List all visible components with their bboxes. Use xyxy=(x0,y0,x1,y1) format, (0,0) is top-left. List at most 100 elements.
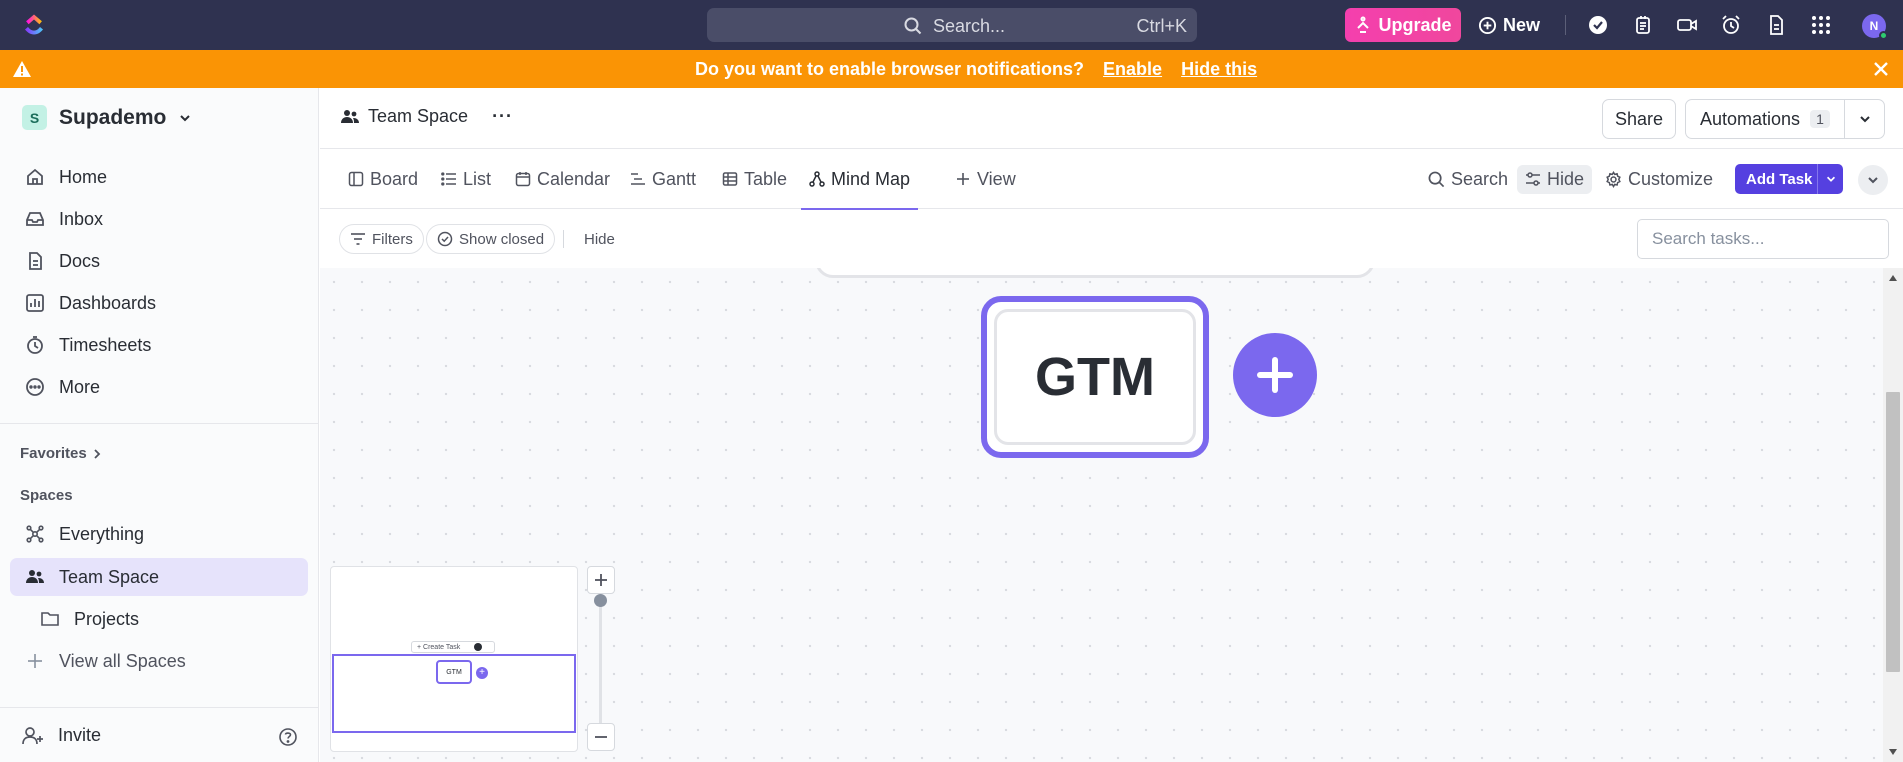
filters-button[interactable]: Filters xyxy=(339,224,424,254)
tab-table[interactable]: Table xyxy=(722,149,787,209)
tab-list[interactable]: List xyxy=(441,149,491,209)
sidebar-item-timesheets[interactable]: Timesheets xyxy=(10,326,308,364)
share-button[interactable]: Share xyxy=(1602,99,1676,139)
zoom-in-button[interactable] xyxy=(587,566,615,594)
add-child-node-button[interactable] xyxy=(1233,333,1317,417)
search-tool-button[interactable]: Search xyxy=(1428,149,1508,209)
tab-label: Table xyxy=(744,168,788,189)
automations-button[interactable]: Automations 1 xyxy=(1685,99,1885,139)
sidebar-item-team-space[interactable]: Team Space xyxy=(10,558,308,596)
sidebar-item-projects[interactable]: Projects xyxy=(10,600,308,638)
breadcrumb-space-name: Team Space xyxy=(368,106,469,126)
sidebar-item-docs[interactable]: Docs xyxy=(10,242,308,280)
customize-tool-button[interactable]: Customize xyxy=(1605,149,1713,209)
scrollbar-thumb[interactable] xyxy=(1886,392,1900,672)
video-icon[interactable] xyxy=(1676,14,1698,36)
minimap[interactable]: + Create Task GTM + xyxy=(330,566,578,752)
task-search-input[interactable] xyxy=(1637,219,1889,259)
sidebar-item-dashboards[interactable]: Dashboards xyxy=(10,284,308,322)
sidebar-item-more[interactable]: More xyxy=(10,368,308,406)
sidebar-item-inbox[interactable]: Inbox xyxy=(10,200,308,238)
favorites-section-toggle[interactable]: Favorites xyxy=(20,445,103,462)
sidebar-item-label: Docs xyxy=(59,250,101,271)
notification-banner: Do you want to enable browser notificati… xyxy=(0,50,1903,88)
scroll-down-arrow-icon[interactable] xyxy=(1889,749,1897,755)
notepad-icon[interactable] xyxy=(1632,14,1654,36)
zoom-out-button[interactable] xyxy=(587,723,615,751)
hide-filters-button[interactable]: Hide xyxy=(584,231,615,248)
sliders-icon xyxy=(1525,171,1541,187)
sidebar-item-everything[interactable]: Everything xyxy=(10,515,308,553)
tab-add-view[interactable]: View xyxy=(955,149,1016,209)
mind-map-canvas[interactable]: GTM + Create Task GTM + xyxy=(320,268,1883,762)
view-tabs-bar: Board List Calendar Gantt Table Mind Map… xyxy=(320,149,1903,210)
chevron-right-icon xyxy=(91,448,103,460)
tab-label: List xyxy=(463,168,492,189)
home-icon xyxy=(25,167,45,187)
show-closed-button[interactable]: Show closed xyxy=(426,224,556,254)
tab-mind-map[interactable]: Mind Map xyxy=(800,149,919,210)
calendar-icon xyxy=(515,171,531,187)
hide-notification-link[interactable]: Hide this xyxy=(1181,59,1257,79)
search-shortcut: Ctrl+K xyxy=(1136,16,1187,36)
share-label: Share xyxy=(1614,108,1664,129)
mindmap-icon xyxy=(809,171,825,187)
sidebar-item-label: Team Space xyxy=(59,566,160,587)
user-avatar[interactable]: N xyxy=(1862,14,1888,40)
add-task-button[interactable]: Add Task xyxy=(1735,164,1843,194)
sidebar-item-view-all-spaces[interactable]: View all Spaces xyxy=(10,642,308,680)
favorites-label: Favorites xyxy=(20,445,87,462)
alarm-clock-icon[interactable] xyxy=(1720,14,1742,36)
hide-tool-button[interactable]: Hide xyxy=(1517,149,1593,209)
enable-notifications-link[interactable]: Enable xyxy=(1103,59,1162,79)
tab-calendar[interactable]: Calendar xyxy=(515,149,610,209)
upgrade-button[interactable]: Upgrade xyxy=(1345,8,1461,42)
sidebar-item-home[interactable]: Home xyxy=(10,158,308,196)
chevron-down-icon xyxy=(1866,173,1880,187)
apps-grid-icon[interactable] xyxy=(1810,14,1832,36)
workspace-switcher[interactable]: S Supademo xyxy=(22,105,192,130)
help-icon[interactable] xyxy=(278,727,298,747)
scroll-up-arrow-icon[interactable] xyxy=(1889,275,1897,281)
sidebar-item-label: Inbox xyxy=(59,208,104,229)
minimap-create-task: + Create Task xyxy=(411,641,495,653)
everything-icon xyxy=(25,524,45,544)
top-bar: Search... Ctrl+K Upgrade New N xyxy=(0,0,1903,50)
sidebar: S Supademo Home Inbox Docs Dashboards Ti… xyxy=(0,88,319,762)
clickup-logo-icon[interactable] xyxy=(22,13,46,37)
table-icon xyxy=(722,171,738,187)
add-task-dropdown-chevron-icon[interactable] xyxy=(1817,164,1843,194)
check-circle-icon[interactable] xyxy=(1587,14,1609,36)
mind-map-node-gtm[interactable]: GTM xyxy=(981,296,1209,458)
more-options-icon[interactable]: ··· xyxy=(492,106,513,127)
zoom-slider-handle[interactable] xyxy=(594,594,607,607)
timer-icon xyxy=(25,335,45,355)
document-icon[interactable] xyxy=(1765,14,1787,36)
tab-board[interactable]: Board xyxy=(348,149,418,209)
breadcrumb[interactable]: Team Space ··· xyxy=(340,106,513,127)
tab-label: Board xyxy=(370,168,419,189)
global-search-bar[interactable]: Search... Ctrl+K xyxy=(707,8,1197,42)
upgrade-label: Upgrade xyxy=(1378,14,1452,35)
tab-label: Mind Map xyxy=(831,168,911,189)
workspace-name: Supademo xyxy=(59,105,167,129)
more-icon xyxy=(25,377,45,397)
invite-label: Invite xyxy=(58,725,102,745)
online-status-dot xyxy=(1879,31,1888,40)
plus-circle-icon xyxy=(1478,16,1497,35)
team-icon xyxy=(25,567,45,587)
new-button[interactable]: New xyxy=(1478,8,1540,42)
automations-count-badge: 1 xyxy=(1810,110,1830,128)
vertical-scrollbar[interactable] xyxy=(1883,268,1903,762)
invite-button[interactable]: Invite xyxy=(22,725,101,746)
close-icon[interactable] xyxy=(1872,60,1890,78)
collapse-toolbar-button[interactable] xyxy=(1858,165,1888,195)
sidebar-divider xyxy=(0,423,319,424)
warning-icon xyxy=(12,60,32,78)
tab-gantt[interactable]: Gantt xyxy=(630,149,696,209)
automations-dropdown-chevron-icon[interactable] xyxy=(1844,100,1884,138)
parent-node-card[interactable] xyxy=(815,268,1375,278)
topbar-divider xyxy=(1565,15,1566,35)
zoom-slider-track[interactable] xyxy=(599,597,602,727)
page-header: Team Space ··· Share Automations 1 xyxy=(320,88,1903,149)
